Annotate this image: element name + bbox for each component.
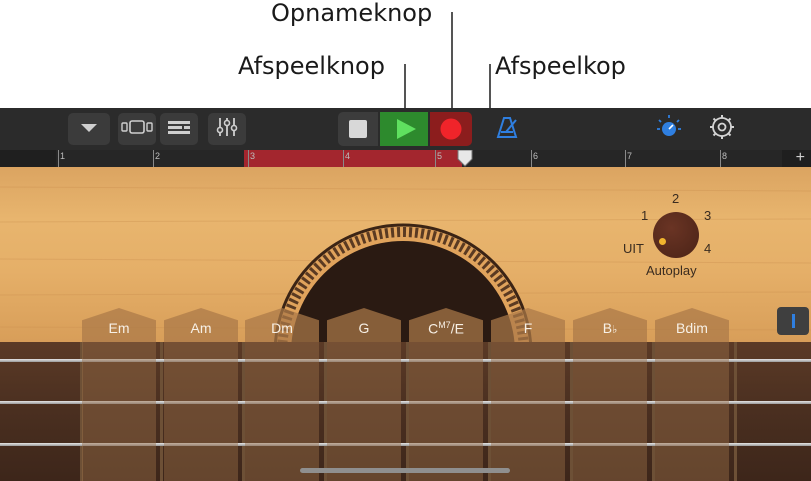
chord-body <box>82 342 156 481</box>
record-button[interactable] <box>430 112 472 146</box>
gear-icon <box>709 114 735 145</box>
chord-label: G <box>358 320 370 336</box>
chord-label: Bdim <box>676 320 708 336</box>
chord-quality: M7 <box>438 320 451 330</box>
chord-label: Em <box>108 320 130 336</box>
chord-strip-g[interactable]: G <box>327 308 401 481</box>
chord-strip-bdim[interactable]: Bdim <box>655 308 729 481</box>
chord-body <box>655 342 729 481</box>
stop-button[interactable] <box>338 112 378 146</box>
ruler-tick <box>58 150 59 167</box>
chord-body <box>164 342 238 481</box>
mixer-button[interactable] <box>208 113 246 145</box>
ruler-tick <box>248 150 249 167</box>
ruler-bar-5: 5 <box>437 151 443 161</box>
autoplay-knob-indicator <box>659 238 666 245</box>
chord-label: B♭ <box>573 320 647 336</box>
ruler-bar-6: 6 <box>533 151 539 161</box>
track-menu-button[interactable] <box>68 113 110 145</box>
callout-playhead: Afspeelkop <box>495 52 626 80</box>
browser-icon <box>121 119 153 140</box>
chord-root: B <box>602 320 613 336</box>
record-icon <box>440 118 462 145</box>
ruler-bar-4: 4 <box>345 151 351 161</box>
callout-record-line <box>451 12 453 116</box>
stop-icon <box>349 120 367 143</box>
tracks-view-button[interactable] <box>160 113 198 145</box>
ruler-tick <box>720 150 721 167</box>
chord-strip-cm7e[interactable]: CM7/E <box>409 308 483 481</box>
ruler-bar-1: 1 <box>60 151 66 161</box>
autoplay-knob[interactable] <box>653 212 699 258</box>
ruler-bar-3: 3 <box>250 151 256 161</box>
tracks-view-icon <box>167 119 191 140</box>
callout-record-button: Opnameknop <box>271 0 433 27</box>
chord-body <box>573 342 647 481</box>
ruler-bar-7: 7 <box>627 151 633 161</box>
ruler-bar-8: 8 <box>722 151 728 161</box>
metronome-icon <box>495 116 519 143</box>
autoplay-position-2[interactable]: 2 <box>672 191 679 206</box>
ruler-tick <box>531 150 532 167</box>
ruler[interactable]: 1 2 3 4 5 6 7 8 + <box>0 149 811 167</box>
ruler-tick <box>625 150 626 167</box>
callout-play-button: Afspeelknop <box>238 52 385 80</box>
metronome-button[interactable] <box>490 113 524 145</box>
chord-root: C <box>428 320 439 337</box>
master-volume-button[interactable] <box>652 113 686 145</box>
chord-strip-f[interactable]: F <box>491 308 565 481</box>
autoplay-position-3[interactable]: 3 <box>704 208 711 223</box>
settings-button[interactable] <box>705 113 739 145</box>
chevron-down-icon <box>80 120 98 138</box>
chord-strip-dm[interactable]: Dm <box>245 308 319 481</box>
fret <box>734 342 737 481</box>
chord-bass: /E <box>450 320 464 337</box>
chord-label: Dm <box>271 320 293 336</box>
control-bar <box>0 108 811 150</box>
play-icon <box>396 119 416 144</box>
chord-label: CM7/E <box>409 320 483 337</box>
chord-label: Am <box>190 320 212 336</box>
ruler-tick <box>343 150 344 167</box>
chord-strips-icon <box>791 314 795 328</box>
ruler-tick <box>153 150 154 167</box>
autoplay-label: Autoplay <box>646 263 697 278</box>
autoplay-position-4[interactable]: 4 <box>704 241 711 256</box>
autoplay-position-uit[interactable]: UIT <box>623 241 644 256</box>
cycle-region[interactable] <box>244 150 462 167</box>
chord-body <box>491 342 565 481</box>
play-button[interactable] <box>380 112 428 146</box>
chord-flat: ♭ <box>612 324 618 336</box>
chord-strip-bflat[interactable]: B♭ <box>573 308 647 481</box>
fret <box>160 342 163 481</box>
autoplay-position-1[interactable]: 1 <box>641 208 648 223</box>
mixer-sliders-icon <box>216 117 238 142</box>
chord-body <box>327 342 401 481</box>
chord-strip-em[interactable]: Em <box>82 308 156 481</box>
chord-strips-toggle-button[interactable] <box>777 307 809 335</box>
add-section-button[interactable]: + <box>796 149 805 167</box>
volume-knob-icon <box>656 114 682 145</box>
ruler-bar-2: 2 <box>155 151 161 161</box>
chord-body <box>245 342 319 481</box>
home-indicator[interactable] <box>300 468 510 473</box>
browser-button[interactable] <box>118 113 156 145</box>
ruler-tick <box>435 150 436 167</box>
chord-strip-am[interactable]: Am <box>164 308 238 481</box>
chord-label: F <box>523 320 533 336</box>
chord-body <box>409 342 483 481</box>
